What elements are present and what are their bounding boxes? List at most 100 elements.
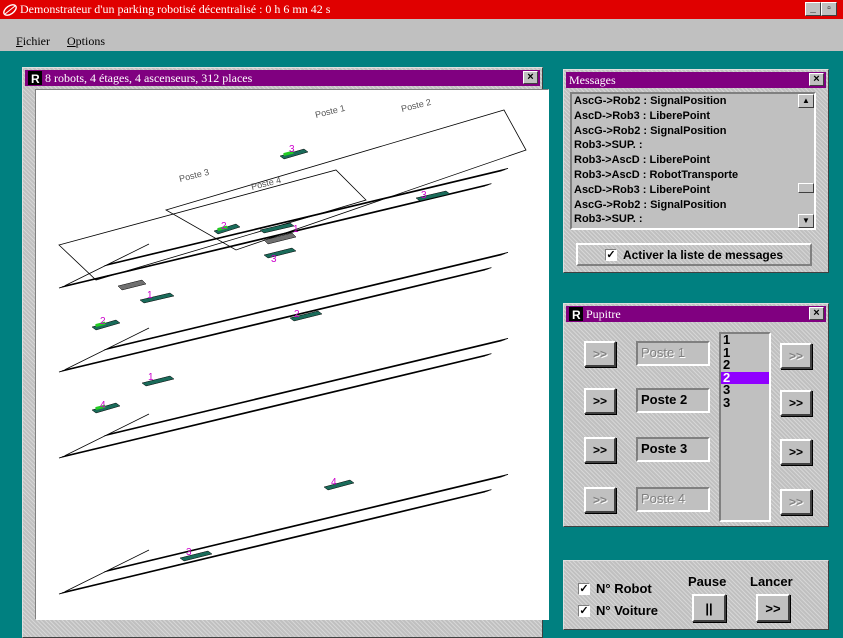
queue-item[interactable]: 3: [721, 396, 769, 410]
robot-number-label: 3: [289, 144, 295, 155]
activate-messages-toggle[interactable]: ✓ Activer la liste de messages: [576, 243, 812, 266]
parking-canvas[interactable]: Poste 1 Poste 2 Poste 3 Poste 4 3 3 2 1 3 1 2 2 1 4 4 3: [35, 89, 549, 620]
poste-2-entry-button[interactable]: >>: [584, 388, 616, 414]
pause-label: Pause: [688, 574, 727, 589]
poste-3-exit-button[interactable]: >>: [780, 439, 812, 465]
robot-marker: [263, 247, 297, 259]
pause-button[interactable]: ||: [692, 594, 726, 622]
robot-number-label: 3: [421, 190, 427, 201]
poste-1-exit-button[interactable]: >>: [780, 343, 812, 369]
pupitre-window-titlebar: R Pupitre ×: [566, 306, 826, 322]
poste-3-field: Poste 3: [636, 437, 710, 462]
message-line: AscD->Rob3 : LiberePoint: [574, 109, 710, 122]
robot-marker: [323, 479, 355, 491]
car-number-label: N° Voiture: [596, 603, 659, 618]
message-line: Rob3->SUP. :: [574, 213, 643, 226]
floor-1-near-row-line: [65, 489, 492, 592]
floor-2-ramp: [64, 413, 150, 456]
parking-close-button[interactable]: ×: [523, 71, 538, 84]
parking-3d-view: Poste 1 Poste 2 Poste 3 Poste 4 3 3 2 1 3 1 2 2 1 4 4 3: [58, 97, 527, 595]
menu-fichier[interactable]: Fichier: [16, 34, 50, 49]
message-line: Rob3->AscD : LiberePoint: [574, 154, 710, 167]
floor-1-far-row-line: [103, 476, 502, 573]
messages-scrollbar[interactable]: ▲ ▼: [798, 94, 814, 228]
poste-4-exit-button[interactable]: >>: [780, 489, 812, 515]
floor-1-ramp: [64, 549, 150, 592]
messages-window: Messages × AscG->Rob2 : SignalPosition As…: [563, 69, 829, 273]
restore-button[interactable]: ▫: [821, 2, 837, 16]
robot-number-toggle[interactable]: ✓ N° Robot: [578, 581, 652, 596]
robot-number-label: 4: [331, 477, 337, 488]
poste-3-entry-button[interactable]: >>: [584, 437, 616, 463]
poste-1-field: Poste 1: [636, 341, 710, 366]
svg-text:R: R: [572, 308, 581, 321]
pupitre-window: R Pupitre × >> Poste 1 >> >> Poste 2 >> …: [563, 303, 829, 527]
robot-number-label: N° Robot: [596, 581, 652, 596]
poste-4-entry-button[interactable]: >>: [584, 487, 616, 513]
menu-options-mnemonic: O: [67, 34, 76, 48]
robot-number-label: 2: [221, 221, 227, 232]
robot-number-label: 3: [271, 254, 277, 265]
robot-number-label: 2: [100, 316, 106, 327]
poste-2-exit-button[interactable]: >>: [780, 390, 812, 416]
poste-4-field: Poste 4: [636, 487, 710, 512]
message-line: AscD->Rob3 : LiberePoint: [574, 183, 710, 196]
parking-window-titlebar: R 8 robots, 4 étages, 4 ascenseurs, 312 …: [25, 70, 540, 86]
message-line: Rob3->AscD : RobotTransporte: [574, 168, 739, 181]
station-label: Poste 1: [314, 103, 346, 120]
activate-messages-label: Activer la liste de messages: [622, 247, 784, 262]
control-panel: ✓ N° Robot ✓ N° Voiture Pause || Lancer …: [563, 560, 829, 630]
messages-window-title: Messages: [569, 73, 616, 87]
title-bar: Demonstrateur d'un parking robotisé déce…: [0, 0, 843, 19]
parking-window: R 8 robots, 4 étages, 4 ascenseurs, 312 …: [22, 67, 549, 638]
robot-marker: [139, 292, 175, 304]
pupitre-window-title: Pupitre: [586, 307, 621, 321]
robot-number-checkbox[interactable]: ✓: [578, 582, 590, 595]
scroll-down-button[interactable]: ▼: [798, 214, 814, 228]
minimize-button[interactable]: _: [805, 2, 821, 16]
robot-number-label: 3: [186, 547, 192, 558]
station-label: Poste 4: [250, 175, 282, 192]
scroll-up-button[interactable]: ▲: [798, 94, 814, 108]
activate-messages-checkbox[interactable]: ✓: [604, 248, 617, 261]
robot-app-icon: R: [569, 307, 583, 321]
robot-number-label: 1: [148, 372, 154, 383]
robot-number-label: 4: [100, 400, 106, 411]
scroll-thumb[interactable]: [798, 183, 814, 193]
robot-number-label: 1: [147, 290, 153, 301]
robot-app-icon: R: [28, 71, 42, 85]
app-icon: [3, 3, 17, 16]
menu-options-rest: ptions: [75, 34, 106, 48]
messages-list[interactable]: AscG->Rob2 : SignalPosition AscD->Rob3 : …: [570, 92, 816, 230]
messages-window-titlebar: Messages ×: [566, 72, 826, 88]
robot-number-label: 1: [293, 224, 299, 235]
robot-number-label: 2: [294, 309, 300, 320]
message-line: AscG->Rob2 : SignalPosition: [574, 198, 727, 211]
poste-2-field: Poste 2: [636, 388, 710, 413]
robot-marker: [141, 375, 175, 387]
pupitre-close-button[interactable]: ×: [809, 307, 824, 320]
poste-1-entry-button[interactable]: >>: [584, 341, 616, 367]
car-number-checkbox[interactable]: ✓: [578, 604, 590, 617]
menu-fichier-mnemonic: F: [16, 34, 23, 48]
menu-bar: Fichier Options: [0, 19, 843, 51]
car-number-toggle[interactable]: ✓ N° Voiture: [578, 603, 658, 618]
message-line: Rob3->SUP. :: [574, 139, 643, 152]
messages-close-button[interactable]: ×: [809, 73, 824, 86]
message-line: AscG->Rob2 : SignalPosition: [574, 95, 727, 107]
floor-3-ramp: [64, 327, 150, 370]
parking-window-title: 8 robots, 4 étages, 4 ascenseurs, 312 pl…: [45, 71, 253, 85]
station-label: Poste 3: [178, 167, 210, 184]
lancer-label: Lancer: [750, 574, 793, 589]
lancer-button[interactable]: >>: [756, 594, 790, 622]
menu-fichier-rest: ichier: [22, 34, 51, 48]
window-title: Demonstrateur d'un parking robotisé déce…: [20, 2, 331, 16]
lift-block: [117, 279, 147, 291]
message-line: AscG->Rob2 : SignalPosition: [574, 124, 727, 137]
svg-text:R: R: [31, 72, 40, 85]
floor-4-ramp: [64, 243, 150, 286]
menu-options[interactable]: Options: [67, 34, 105, 49]
messages-lines: AscG->Rob2 : SignalPosition AscD->Rob3 : …: [572, 94, 814, 227]
station-label: Poste 2: [400, 97, 432, 114]
car-queue-list[interactable]: 112233: [719, 332, 771, 522]
